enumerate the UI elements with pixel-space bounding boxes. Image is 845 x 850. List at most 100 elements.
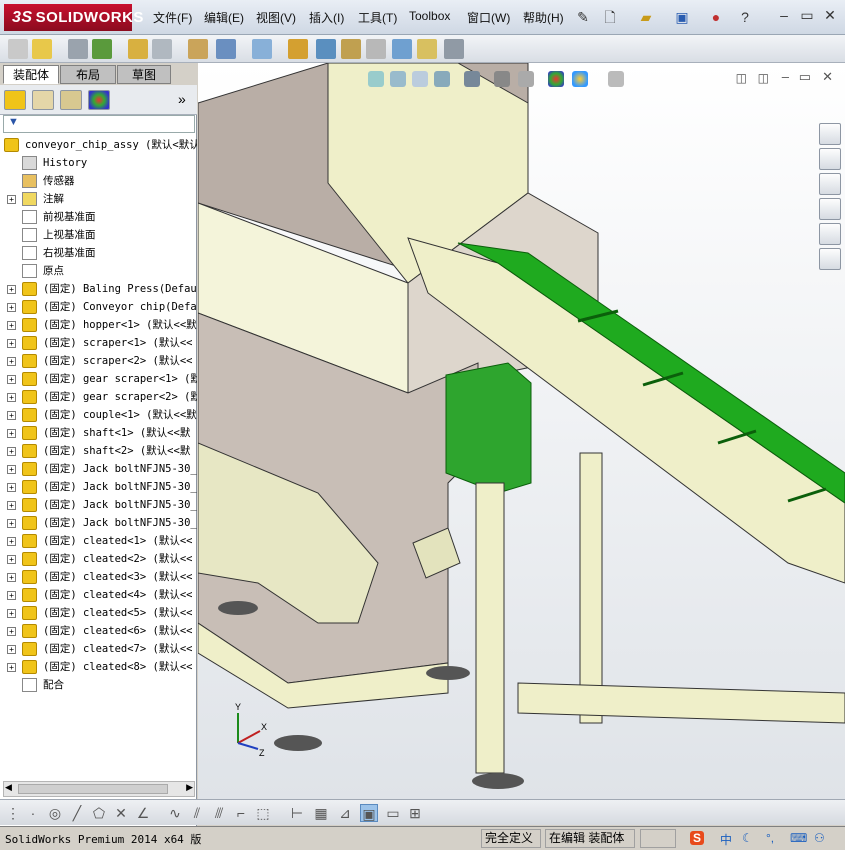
component-pattern-icon[interactable] — [92, 39, 112, 59]
window-grid-icon[interactable]: ⊞ — [406, 804, 424, 822]
reference-geometry-icon[interactable] — [216, 39, 236, 59]
previous-view-icon[interactable] — [412, 71, 428, 87]
component-icon[interactable] — [8, 39, 28, 59]
instant3d-icon[interactable] — [366, 39, 386, 59]
scroll-thumb[interactable] — [18, 784, 168, 794]
mate-icon[interactable] — [68, 39, 88, 59]
menu-insert[interactable]: 插入(I) — [309, 9, 344, 26]
expand-icon[interactable]: + — [7, 519, 16, 528]
expand-icon[interactable]: + — [7, 645, 16, 654]
feature-manager-icon[interactable] — [4, 90, 26, 110]
offset-icon[interactable]: ⫻ — [210, 804, 228, 822]
save-icon[interactable]: ▣ — [672, 7, 692, 27]
line-icon[interactable]: ╱ — [68, 804, 86, 822]
minimize-icon[interactable]: – — [775, 6, 793, 24]
keyboard-icon[interactable]: ⌨ — [790, 831, 807, 845]
expand-icon[interactable]: + — [7, 501, 16, 510]
split-vertical-icon[interactable]: ◫ — [758, 71, 769, 85]
solidworks-logo[interactable]: 3S SOLIDWORKS — [4, 4, 143, 31]
pin-icon[interactable]: ✎ — [573, 7, 593, 27]
menu-edit[interactable]: 编辑(E) — [204, 9, 244, 26]
moon-icon[interactable]: ☾ — [742, 831, 753, 845]
expand-icon[interactable]: + — [7, 627, 16, 636]
close-icon[interactable]: ✕ — [821, 6, 839, 24]
file-explorer-icon[interactable] — [819, 173, 841, 195]
expand-chevron-icon[interactable]: » — [178, 91, 186, 107]
expand-icon[interactable]: + — [7, 483, 16, 492]
tab-sketch[interactable]: 草图 — [117, 65, 171, 84]
clearance-verification-icon[interactable] — [417, 39, 437, 59]
trim-icon[interactable]: ✕ — [112, 804, 130, 822]
expand-icon[interactable]: + — [7, 555, 16, 564]
menu-toolbox[interactable]: Toolbox — [409, 9, 450, 23]
corner-icon[interactable]: ⌐ — [232, 804, 250, 822]
interference-detection-icon[interactable] — [392, 39, 412, 59]
expand-icon[interactable]: + — [7, 321, 16, 330]
bill-of-materials-icon[interactable] — [288, 39, 308, 59]
grid-icon[interactable]: ▦ — [312, 804, 330, 822]
rectangle-icon[interactable]: ⬚ — [254, 804, 272, 822]
doc-restore-icon[interactable]: ▭ — [799, 69, 811, 85]
tree-filter[interactable]: ▼ — [3, 115, 195, 133]
appearance-manager-icon[interactable] — [88, 90, 110, 110]
sogou-ime-icon[interactable]: S — [690, 831, 705, 845]
expand-icon[interactable]: + — [7, 447, 16, 456]
window-tile-icon[interactable]: ▭ — [384, 804, 402, 822]
open-folder-icon[interactable]: ▰ — [636, 7, 656, 27]
restore-icon[interactable]: ▭ — [798, 6, 816, 24]
expand-icon[interactable]: + — [7, 591, 16, 600]
doc-minimize-icon[interactable]: – — [782, 69, 789, 84]
expand-icon[interactable]: + — [7, 663, 16, 672]
punctuation-icon[interactable]: °, — [766, 831, 774, 845]
section-view-icon[interactable] — [434, 71, 450, 87]
expand-icon[interactable]: + — [7, 609, 16, 618]
scroll-right-icon[interactable]: ▶ — [186, 782, 193, 793]
edit-appearance-icon[interactable] — [548, 71, 564, 87]
new-motion-study-icon[interactable] — [252, 39, 272, 59]
property-manager-icon[interactable] — [32, 90, 54, 110]
angle-icon[interactable]: ∠ — [134, 804, 152, 822]
expand-icon[interactable]: + — [7, 375, 16, 384]
expand-icon[interactable]: + — [7, 465, 16, 474]
appearances-scenes-icon[interactable] — [819, 223, 841, 245]
expand-icon[interactable]: + — [7, 285, 16, 294]
circle-icon[interactable]: ◎ — [46, 804, 64, 822]
polygon-icon[interactable]: ⬠ — [90, 804, 108, 822]
custom-properties-icon[interactable] — [819, 248, 841, 270]
user-icon[interactable]: ⚇ — [814, 831, 825, 845]
expand-icon[interactable]: + — [7, 411, 16, 420]
explode-line-sketch-icon[interactable] — [341, 39, 361, 59]
view-palette-icon[interactable] — [819, 198, 841, 220]
menu-file[interactable]: 文件(F) — [153, 9, 192, 26]
graphics-area[interactable]: Y X Z ◫ ◫ – ▭ ✕ — [198, 63, 845, 799]
assembly-features-icon[interactable] — [188, 39, 208, 59]
expand-icon[interactable]: + — [7, 393, 16, 402]
dimension-icon[interactable]: ⊢ — [288, 804, 306, 822]
expand-icon[interactable]: + — [7, 573, 16, 582]
display-style-icon[interactable] — [494, 71, 510, 87]
menu-view[interactable]: 视图(V) — [256, 9, 296, 26]
split-horizontal-icon[interactable]: ◫ — [736, 71, 747, 85]
hole-alignment-icon[interactable] — [444, 39, 464, 59]
move-component-icon[interactable] — [128, 39, 148, 59]
expand-icon[interactable]: + — [7, 357, 16, 366]
help-icon[interactable]: ? — [735, 7, 755, 27]
ime-lang[interactable]: 中 — [720, 831, 732, 848]
zoom-to-area-icon[interactable] — [390, 71, 406, 87]
doc-close-icon[interactable]: ✕ — [822, 69, 833, 85]
view-orientation-icon[interactable] — [464, 71, 480, 87]
relations-icon[interactable]: ⊿ — [336, 804, 354, 822]
menu-help[interactable]: 帮助(H) — [523, 9, 564, 26]
configuration-manager-icon[interactable] — [60, 90, 82, 110]
tab-layout[interactable]: 布局 — [60, 65, 116, 84]
shaded-view-icon[interactable]: ▣ — [360, 804, 378, 822]
exploded-view-icon[interactable] — [316, 39, 336, 59]
spline-icon[interactable]: ∿ — [166, 804, 184, 822]
apply-scene-icon[interactable] — [572, 71, 588, 87]
insert-components-icon[interactable] — [32, 39, 52, 59]
expand-icon[interactable]: + — [7, 303, 16, 312]
menu-window[interactable]: 窗口(W) — [467, 9, 510, 26]
hide-show-items-icon[interactable] — [518, 71, 534, 87]
expand-icon[interactable]: + — [7, 537, 16, 546]
expand-icon[interactable]: + — [7, 429, 16, 438]
